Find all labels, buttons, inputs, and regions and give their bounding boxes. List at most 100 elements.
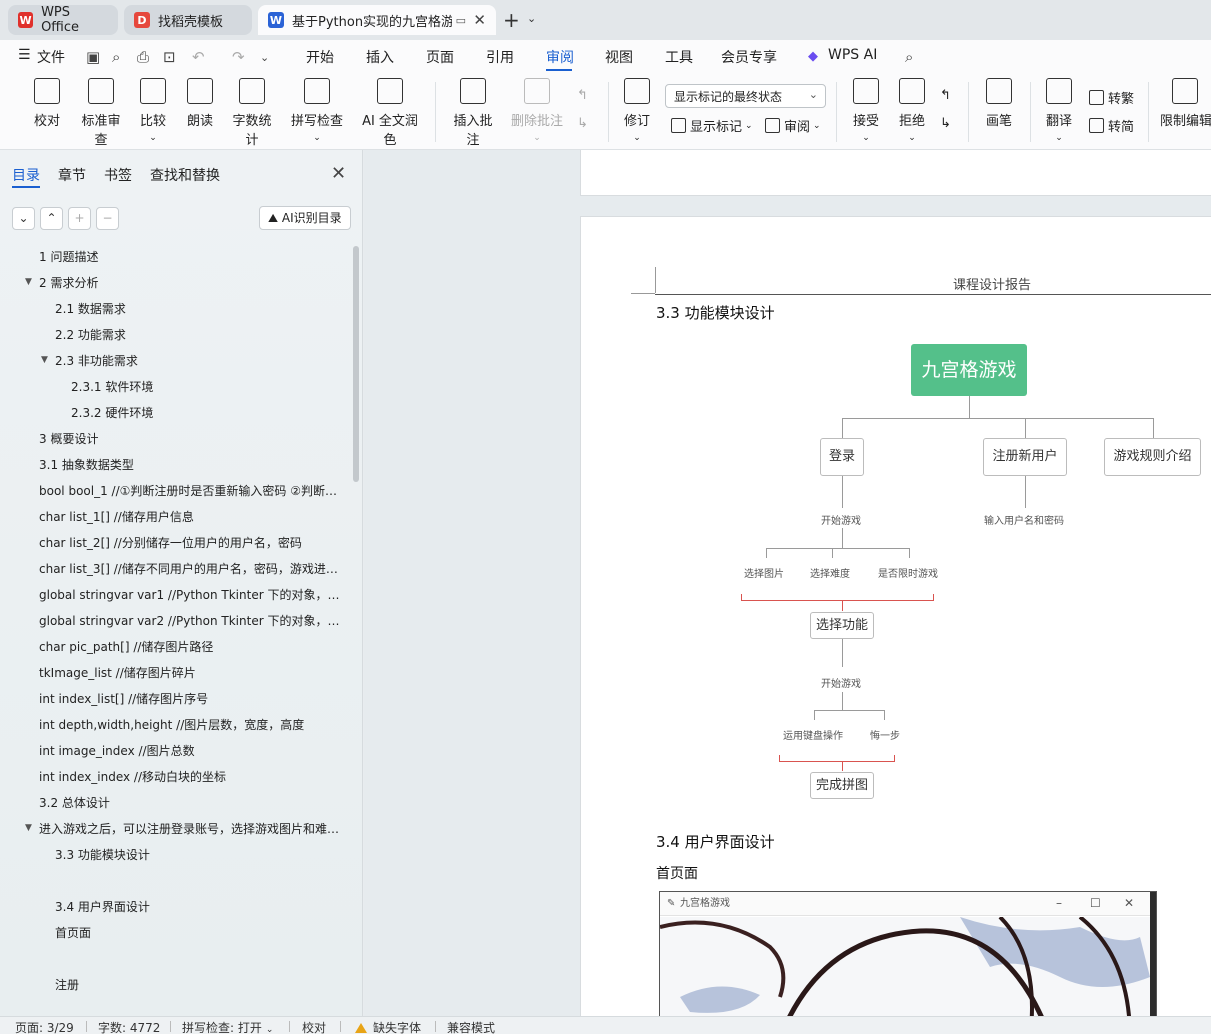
toc-item[interactable]: 3.4 用户界面设计: [55, 896, 346, 918]
show-markup-button[interactable]: 显示标记 ⌄: [671, 116, 753, 135]
read-aloud-button[interactable]: 朗读: [187, 78, 213, 129]
toc-item[interactable]: int depth,width,height //图片层数，宽度，高度: [39, 714, 346, 736]
toc-item[interactable]: global stringvar var2 //Python Tkinter 下…: [39, 610, 346, 632]
toc-item[interactable]: global stringvar var1 //Python Tkinter 下…: [39, 584, 346, 606]
menu-member[interactable]: 会员专享: [721, 47, 777, 67]
menu-insert[interactable]: 插入: [366, 47, 394, 67]
toc-item[interactable]: 2.1 数据需求: [55, 298, 346, 320]
toc-item[interactable]: char list_3[] //储存不同用户的用户名，密码，游戏进…: [39, 558, 346, 580]
to-traditional-button[interactable]: 转繁: [1089, 88, 1134, 107]
tab-wps-office[interactable]: W WPS Office: [8, 5, 118, 35]
tab-document[interactable]: W 基于Python实现的九宫格游戏 ▭ ✕: [258, 5, 496, 35]
expand-triangle-icon[interactable]: ▼: [25, 277, 32, 287]
toc-item[interactable]: [55, 870, 346, 892]
next-comment-icon[interactable]: ↳: [577, 116, 588, 131]
status-missing-font[interactable]: 缺失字体: [355, 1019, 421, 1034]
menu-start[interactable]: 开始: [306, 47, 334, 67]
toc-item[interactable]: char list_1[] //储存用户信息: [39, 506, 346, 528]
toc-item[interactable]: [55, 948, 346, 970]
nav-tab-sections[interactable]: 章节: [58, 165, 86, 185]
nav-tab-find-replace[interactable]: 查找和替换: [150, 165, 220, 185]
toc-item[interactable]: 2.3 非功能需求: [55, 350, 346, 372]
status-page[interactable]: 页面: 3/29: [15, 1019, 74, 1034]
undo-icon[interactable]: ↶: [192, 48, 205, 66]
connector: [1025, 418, 1026, 438]
export-icon[interactable]: ⌕: [112, 48, 120, 66]
expand-up-button[interactable]: ⌃: [40, 207, 63, 230]
toc-item[interactable]: 3.3 功能模块设计: [55, 844, 346, 866]
hamburger-icon[interactable]: ☰: [18, 47, 31, 63]
prev-change-icon[interactable]: ↰: [940, 88, 951, 103]
word-count-button[interactable]: 字数统计: [227, 78, 277, 148]
toc-item[interactable]: 2 需求分析: [39, 272, 346, 294]
menu-review[interactable]: 审阅: [546, 47, 574, 67]
restrict-edit-button[interactable]: 限制编辑: [1160, 78, 1211, 129]
nav-tab-bookmarks[interactable]: 书签: [104, 165, 132, 185]
menu-file[interactable]: 文件: [37, 47, 65, 67]
toc-item[interactable]: 2.2 功能需求: [55, 324, 346, 346]
menu-reference[interactable]: 引用: [486, 47, 514, 67]
accept-button[interactable]: 接受 ⌄: [848, 78, 884, 144]
toc-item[interactable]: 2.3.1 软件环境: [71, 376, 346, 398]
chevron-down-icon[interactable]: ⌄: [260, 51, 269, 64]
toc-item[interactable]: bool bool_1 //①判断注册时是否重新输入密码 ②判断…: [39, 480, 346, 502]
ai-toc-button[interactable]: ⛰ AI识别目录: [259, 206, 351, 230]
toc-item[interactable]: char pic_path[] //储存图片路径: [39, 636, 346, 658]
document-page[interactable]: 课程设计报告 3.3 功能模块设计 九宫格游戏 登录 注册新用户 游戏规则介绍 …: [580, 216, 1211, 1016]
toc-item[interactable]: 首页面: [55, 922, 346, 944]
toc-item[interactable]: int index_list[] //储存图片序号: [39, 688, 346, 710]
std-review-button[interactable]: 标准审查: [76, 78, 126, 148]
nav-tab-toc[interactable]: 目录: [12, 165, 40, 185]
connector: [814, 710, 884, 711]
status-proofread[interactable]: 校对: [302, 1019, 326, 1034]
toc-item[interactable]: int image_index //图片总数: [39, 740, 346, 762]
revise-button[interactable]: 修订 ⌄: [619, 78, 655, 144]
spell-check-button[interactable]: 拼写检查 ⌄: [288, 78, 346, 144]
toc-item[interactable]: 3.1 抽象数据类型: [39, 454, 346, 476]
print-preview-icon[interactable]: ⊡: [163, 48, 176, 66]
toc-item[interactable]: tkImage_list //储存图片碎片: [39, 662, 346, 684]
toc-item[interactable]: 3 概要设计: [39, 428, 346, 450]
ai-polish-button[interactable]: AI 全文润色: [358, 78, 422, 148]
scrollbar[interactable]: [353, 246, 359, 482]
save-icon[interactable]: ▣: [86, 48, 100, 66]
close-icon[interactable]: ✕: [473, 11, 486, 29]
toc-item[interactable]: 1 问题描述: [39, 246, 346, 268]
status-spell-check[interactable]: 拼写检查: 打开 ⌄: [182, 1019, 273, 1034]
pen-button[interactable]: 画笔: [985, 78, 1013, 129]
menu-view[interactable]: 视图: [605, 47, 633, 67]
proofread-button[interactable]: 校对: [33, 78, 61, 129]
insert-comment-button[interactable]: 插入批注: [448, 78, 498, 148]
menu-wps-ai[interactable]: WPS AI: [828, 47, 877, 63]
chevron-down-icon[interactable]: ⌄: [527, 12, 536, 25]
toc-item[interactable]: int index_index //移动白块的坐标: [39, 766, 346, 788]
close-icon[interactable]: ✕: [331, 163, 346, 184]
compare-button[interactable]: 比较 ⌄: [135, 78, 171, 144]
toc-item[interactable]: 3.2 总体设计: [39, 792, 346, 814]
expand-triangle-icon[interactable]: ▼: [25, 823, 32, 833]
tab-docer[interactable]: D 找稻壳模板: [124, 5, 252, 35]
collapse-all-button[interactable]: ⌄: [12, 207, 35, 230]
reject-button[interactable]: 拒绝 ⌄: [894, 78, 930, 144]
toc-item[interactable]: 2.3.2 硬件环境: [71, 402, 346, 424]
status-word-count[interactable]: 字数: 4772: [98, 1019, 160, 1034]
prev-comment-icon[interactable]: ↰: [577, 88, 588, 103]
review-pane-button[interactable]: 审阅 ⌄: [765, 116, 821, 135]
add-heading-button[interactable]: +: [68, 207, 91, 230]
new-tab-icon[interactable]: +: [503, 8, 520, 32]
translate-button[interactable]: 翻译 ⌄: [1041, 78, 1077, 144]
expand-triangle-icon[interactable]: ▼: [41, 355, 48, 365]
menu-page[interactable]: 页面: [426, 47, 454, 67]
markup-select[interactable]: 显示标记的最终状态 ⌄: [665, 84, 826, 108]
toc-item[interactable]: 注册: [55, 974, 346, 996]
remove-heading-button[interactable]: −: [96, 207, 119, 230]
search-icon[interactable]: ⌕: [905, 48, 913, 66]
print-icon[interactable]: ⎙: [137, 48, 149, 66]
to-simplified-button[interactable]: 转简: [1089, 116, 1134, 135]
redo-icon[interactable]: ↷: [232, 48, 245, 66]
toc-item[interactable]: 进入游戏之后，可以注册登录账号，选择游戏图片和难…: [39, 818, 346, 840]
next-change-icon[interactable]: ↳: [940, 116, 951, 131]
menu-tools[interactable]: 工具: [665, 47, 693, 67]
delete-comment-button[interactable]: 删除批注 ⌄: [508, 78, 566, 144]
toc-item[interactable]: char list_2[] //分别储存一位用户的用户名，密码: [39, 532, 346, 554]
